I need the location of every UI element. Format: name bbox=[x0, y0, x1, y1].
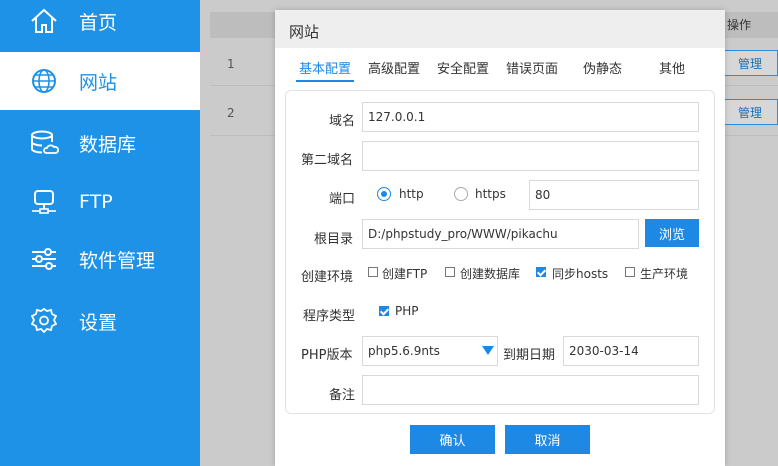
domain-input[interactable]: 127.0.0.1 bbox=[362, 102, 699, 132]
manage-button[interactable]: 管理 bbox=[722, 50, 778, 76]
table-header-actions: 操作 bbox=[727, 18, 752, 32]
website-dialog: 网站 基本配置 高级配置 安全配置 错误页面 伪静态 其他 域名 127.0.0… bbox=[275, 10, 725, 466]
tab-advanced-config[interactable]: 高级配置 bbox=[368, 58, 420, 82]
sidebar-item-label: 设置 bbox=[79, 311, 118, 334]
https-radio[interactable] bbox=[454, 187, 468, 201]
sliders-icon bbox=[28, 243, 60, 275]
php-version-value: php5.6.9nts bbox=[368, 344, 440, 358]
create-db-label: 创建数据库 bbox=[460, 267, 521, 281]
expire-date-input[interactable]: 2030-03-14 bbox=[563, 336, 699, 366]
sidebar-item-website[interactable]: 网站 bbox=[0, 52, 200, 110]
tab-rewrite[interactable]: 伪静态 bbox=[583, 58, 622, 82]
sidebar-item-label: 网站 bbox=[79, 71, 118, 94]
program-type-label: 程序类型 bbox=[303, 309, 356, 324]
tab-security-config[interactable]: 安全配置 bbox=[437, 58, 489, 82]
create-ftp-label: 创建FTP bbox=[382, 267, 428, 281]
row-number: 1 bbox=[227, 57, 235, 71]
sidebar: 首页 网站 数据库 FTP 软件管理 设置 bbox=[0, 0, 200, 466]
sidebar-item-settings[interactable]: 设置 bbox=[0, 292, 200, 350]
php-version-select[interactable]: php5.6.9nts bbox=[362, 336, 498, 366]
sidebar-item-home[interactable]: 首页 bbox=[0, 0, 200, 50]
expire-date-label: 到期日期 bbox=[503, 348, 556, 363]
sidebar-item-software[interactable]: 软件管理 bbox=[0, 230, 200, 288]
browse-button[interactable]: 浏览 bbox=[645, 219, 699, 247]
http-radio[interactable] bbox=[377, 187, 391, 201]
cancel-button[interactable]: 取消 bbox=[505, 425, 590, 454]
note-input[interactable] bbox=[362, 375, 699, 405]
manage-button[interactable]: 管理 bbox=[722, 99, 778, 125]
tab-error-pages[interactable]: 错误页面 bbox=[506, 58, 558, 82]
note-label: 备注 bbox=[329, 388, 356, 403]
second-domain-input[interactable] bbox=[362, 141, 699, 171]
home-icon bbox=[28, 5, 60, 37]
sidebar-item-label: 数据库 bbox=[79, 133, 137, 156]
gear-icon bbox=[28, 305, 60, 337]
create-db-checkbox[interactable] bbox=[445, 267, 455, 277]
row-number: 2 bbox=[227, 106, 235, 120]
root-dir-label: 根目录 bbox=[314, 232, 354, 247]
port-input[interactable]: 80 bbox=[529, 180, 699, 210]
php-checkbox[interactable] bbox=[379, 306, 389, 316]
https-radio-label: https bbox=[475, 187, 506, 201]
production-env-checkbox[interactable] bbox=[625, 267, 635, 277]
http-radio-label: http bbox=[399, 187, 424, 201]
database-icon bbox=[28, 127, 60, 159]
root-dir-input[interactable]: D:/phpstudy_pro/WWW/pikachu bbox=[362, 219, 639, 249]
sidebar-item-label: FTP bbox=[79, 191, 113, 213]
sidebar-item-database[interactable]: 数据库 bbox=[0, 114, 200, 172]
production-env-label: 生产环境 bbox=[640, 267, 689, 281]
chevron-down-icon[interactable] bbox=[482, 346, 494, 355]
create-env-label: 创建环境 bbox=[301, 270, 354, 285]
sync-hosts-checkbox[interactable] bbox=[536, 267, 546, 277]
second-domain-label: 第二域名 bbox=[301, 153, 354, 168]
tab-other[interactable]: 其他 bbox=[659, 58, 685, 82]
confirm-button[interactable]: 确认 bbox=[410, 425, 495, 454]
dialog-title-bar: 网站 bbox=[275, 10, 725, 48]
sync-hosts-label: 同步hosts bbox=[552, 267, 609, 281]
sidebar-item-ftp[interactable]: FTP bbox=[0, 173, 200, 231]
sidebar-item-label: 首页 bbox=[79, 11, 118, 34]
php-version-label: PHP版本 bbox=[301, 348, 353, 363]
php-checkbox-label: PHP bbox=[395, 304, 419, 318]
tab-basic-config[interactable]: 基本配置 bbox=[296, 58, 355, 82]
dialog-title: 网站 bbox=[289, 23, 320, 41]
port-label: 端口 bbox=[329, 192, 356, 207]
domain-label: 域名 bbox=[329, 114, 356, 129]
sidebar-item-label: 软件管理 bbox=[79, 249, 156, 272]
create-ftp-checkbox[interactable] bbox=[368, 267, 378, 277]
globe-icon bbox=[28, 65, 60, 97]
server-icon bbox=[28, 186, 60, 218]
